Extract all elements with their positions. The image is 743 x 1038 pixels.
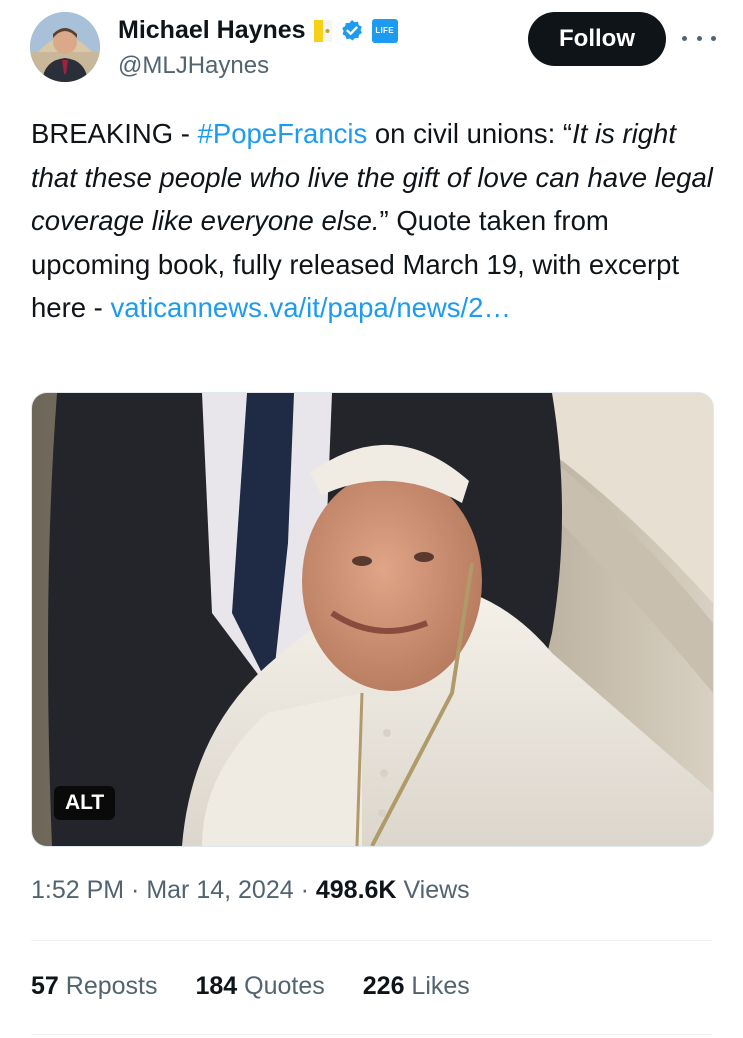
tweet-text: BREAKING - #PopeFrancis on civil unions:…: [31, 112, 721, 330]
tweet-date[interactable]: Mar 14, 2024: [146, 876, 293, 904]
views-count: 498.6K: [315, 876, 397, 904]
more-options-icon[interactable]: [682, 26, 716, 50]
divider: [31, 940, 712, 941]
pope-francis-photo: [32, 393, 713, 846]
reposts-count: 57: [31, 972, 59, 1000]
tweet-text-part1: on civil unions: “: [367, 118, 573, 149]
likes-stat[interactable]: 226 Likes: [363, 972, 470, 1001]
quotes-label: Quotes: [237, 972, 325, 1000]
views-label: Views: [396, 876, 470, 904]
tweet-url-link[interactable]: vaticannews.va/it/papa/news/2…: [110, 292, 511, 323]
author-name[interactable]: Michael Haynes: [118, 16, 306, 45]
tweet-meta: 1:52 PM · Mar 14, 2024 · 498.6K Views: [31, 876, 470, 905]
tweet-photo[interactable]: ALT: [31, 392, 714, 847]
affiliation-badge-icon[interactable]: LIFE: [371, 18, 398, 43]
author-avatar[interactable]: [30, 12, 100, 82]
hashtag-link[interactable]: #PopeFrancis: [198, 118, 368, 149]
divider: [31, 1034, 712, 1035]
tweet-header: Michael Haynes LIFE @MLJHaynes Follow: [30, 10, 720, 85]
follow-button[interactable]: Follow: [528, 12, 666, 66]
reposts-label: Reposts: [58, 972, 158, 1000]
meta-separator: ·: [124, 876, 147, 904]
engagement-stats: 57 Reposts 184 Quotes 226 Likes: [31, 972, 470, 1001]
meta-separator: ·: [293, 876, 316, 904]
vatican-flag-icon: [313, 19, 332, 42]
likes-label: Likes: [404, 972, 470, 1000]
author-name-row: Michael Haynes LIFE: [118, 16, 398, 45]
reposts-stat[interactable]: 57 Reposts: [31, 972, 157, 1001]
tweet-time[interactable]: 1:52 PM: [31, 876, 124, 904]
quotes-count: 184: [195, 972, 238, 1000]
quotes-stat[interactable]: 184 Quotes: [195, 972, 324, 1001]
likes-count: 226: [362, 972, 405, 1000]
tweet-text-breaking: BREAKING -: [31, 118, 198, 149]
verified-badge-icon[interactable]: [340, 19, 364, 43]
alt-text-button[interactable]: ALT: [54, 786, 116, 820]
author-handle[interactable]: @MLJHaynes: [118, 52, 269, 80]
